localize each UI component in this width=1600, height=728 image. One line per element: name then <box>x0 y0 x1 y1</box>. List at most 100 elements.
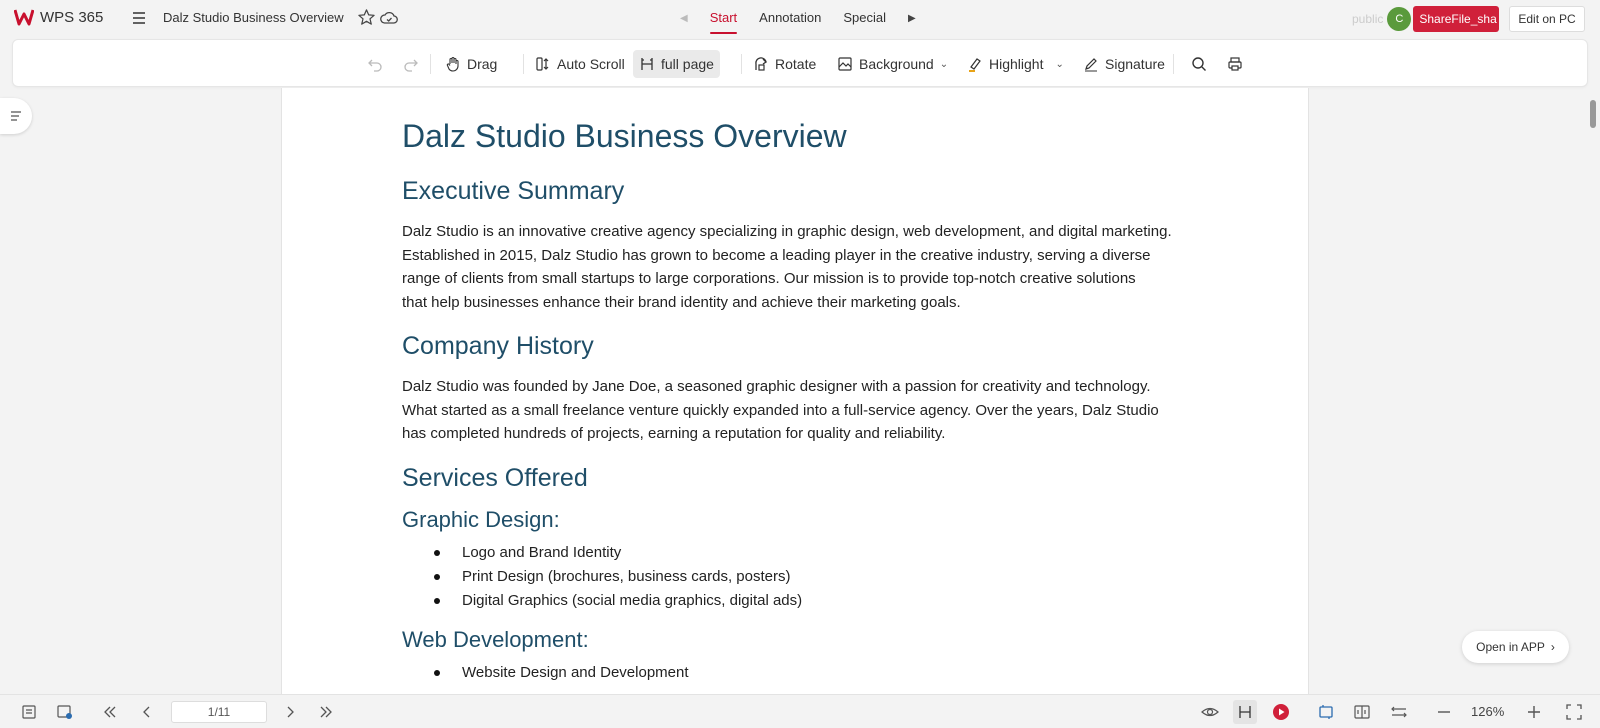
outline-icon <box>11 111 21 121</box>
signature-button[interactable]: Signature <box>1077 50 1171 78</box>
share-button[interactable]: ShareFile_sha ⌄ <box>1413 6 1500 32</box>
previous-page-icon[interactable] <box>138 703 156 721</box>
list-item: Print Design (brochures, business cards,… <box>434 565 1202 589</box>
next-page-icon[interactable] <box>281 703 299 721</box>
toolbar-divider <box>430 54 431 74</box>
list-item: Logo and Brand Identity <box>434 541 1202 565</box>
last-page-icon[interactable] <box>317 703 335 721</box>
drag-label: Drag <box>467 56 498 72</box>
top-bar: WPS 365 Dalz Studio Business Overview ◀ … <box>0 0 1600 36</box>
printer-icon <box>1228 57 1242 71</box>
tab-annotation[interactable]: Annotation <box>759 0 821 36</box>
drag-button[interactable]: Drag <box>439 50 503 78</box>
text-line: range of clients from small startups to … <box>402 270 1136 287</box>
hand-icon <box>446 56 459 72</box>
app-name: WPS 365 <box>40 8 104 26</box>
full-page-label: full page <box>661 56 714 72</box>
heading-graphic-design: Graphic Design: <box>402 506 560 532</box>
cloud-sync-icon[interactable] <box>380 9 398 27</box>
doc-heading-title: Dalz Studio Business Overview <box>402 118 847 154</box>
toolbar-divider <box>741 54 742 74</box>
rotate-icon <box>755 57 768 71</box>
web-development-list: Website Design and Development <box>434 661 1202 685</box>
document-content: Dalz Studio Business Overview Executive … <box>402 118 1202 694</box>
wps-logo-icon <box>14 9 34 26</box>
toolbar: Drag Auto Scroll full page Rotate Backgr… <box>12 39 1588 87</box>
auto-scroll-button[interactable]: Auto Scroll <box>529 50 631 78</box>
ribbon-tabs: ◀ Start Annotation Special ▶ <box>680 0 916 36</box>
open-in-app-button[interactable]: Open in APP › <box>1462 631 1569 663</box>
print-button[interactable] <box>1221 50 1249 78</box>
tabs-scroll-left-icon[interactable]: ◀ <box>680 13 688 24</box>
pen-icon <box>1085 58 1097 72</box>
tab-start[interactable]: Start <box>709 0 738 36</box>
first-page-icon[interactable] <box>101 703 119 721</box>
document-title[interactable]: Dalz Studio Business Overview <box>163 10 344 25</box>
share-area: public C ShareFile_sha ⌄ Edit on PC <box>1352 6 1585 32</box>
zoom-in-icon[interactable] <box>1525 703 1543 721</box>
full-page-icon <box>641 58 653 70</box>
open-in-app-label: Open in APP <box>1476 640 1545 654</box>
zoom-level[interactable]: 126% <box>1471 704 1504 719</box>
heading-web-development: Web Development: <box>402 626 589 652</box>
avatar[interactable]: C <box>1387 7 1412 31</box>
paragraph-company-history: Dalz Studio was founded by Jane Doe, a s… <box>402 375 1202 446</box>
rotate-label: Rotate <box>775 56 817 72</box>
highlighter-icon <box>969 58 981 72</box>
fit-width-icon[interactable] <box>1390 703 1408 721</box>
single-page-view-icon[interactable] <box>1317 703 1335 721</box>
heading-services-offered: Services Offered <box>402 463 588 492</box>
page-number-input[interactable]: 1/11 <box>171 701 267 723</box>
status-bar: 1/11 126% <box>0 694 1600 728</box>
highlight-label: Highlight <box>989 56 1044 72</box>
eye-icon[interactable] <box>1201 703 1219 721</box>
thumbnail-panel-icon[interactable] <box>20 703 38 721</box>
chevron-down-icon: ⌄ <box>1055 58 1064 70</box>
vertical-scrollbar-thumb[interactable] <box>1590 100 1596 128</box>
share-button-label: ShareFile_sha <box>1419 12 1497 26</box>
paragraph-executive-summary: Dalz Studio is an innovative creative ag… <box>402 220 1202 314</box>
bookmark-panel-icon[interactable] <box>56 703 74 721</box>
list-item: Website Design and Development <box>434 661 1202 685</box>
background-button[interactable]: Background ⌄ <box>831 50 954 78</box>
toolbar-divider <box>523 54 524 74</box>
auto-scroll-icon <box>536 57 549 71</box>
search-icon <box>1192 57 1206 71</box>
signature-label: Signature <box>1105 56 1165 72</box>
redo-icon <box>404 59 418 72</box>
text-line: Dalz Studio is an innovative creative ag… <box>402 223 1172 240</box>
redo-button[interactable] <box>397 50 425 78</box>
fullscreen-icon[interactable] <box>1565 703 1583 721</box>
document-page: Dalz Studio Business Overview Executive … <box>281 88 1309 694</box>
hamburger-menu-icon[interactable] <box>130 9 148 27</box>
search-button[interactable] <box>1185 50 1213 78</box>
list-item: Digital Graphics (social media graphics,… <box>434 589 1202 613</box>
record-icon[interactable] <box>1272 703 1290 721</box>
share-status-text: public <box>1352 12 1384 26</box>
double-page-view-icon[interactable] <box>1353 703 1371 721</box>
text-line: has completed hundreds of projects, earn… <box>402 425 946 442</box>
highlight-button[interactable]: Highlight ⌄ <box>961 50 1070 78</box>
background-icon <box>838 57 852 71</box>
rotate-button[interactable]: Rotate <box>747 50 822 78</box>
text-line: Dalz Studio was founded by Jane Doe, a s… <box>402 378 1151 395</box>
background-label: Background <box>859 56 934 72</box>
outline-toggle-button[interactable] <box>0 98 32 134</box>
chevron-down-icon: ⌄ <box>939 58 949 70</box>
toolbar-divider <box>1173 54 1174 74</box>
undo-icon <box>368 59 382 72</box>
edit-on-pc-button[interactable]: Edit on PC <box>1509 6 1585 32</box>
heading-company-history: Company History <box>402 332 594 360</box>
text-line: Established in 2015, Dalz Studio has gro… <box>402 246 1151 264</box>
full-page-button[interactable]: full page <box>633 50 720 78</box>
graphic-design-list: Logo and Brand Identity Print Design (br… <box>434 541 1202 613</box>
tab-special[interactable]: Special <box>843 0 886 36</box>
text-line: What started as a small freelance ventur… <box>402 401 1159 419</box>
heading-executive-summary: Executive Summary <box>402 177 625 205</box>
star-icon[interactable] <box>357 8 376 27</box>
zoom-out-icon[interactable] <box>1435 703 1453 721</box>
full-page-view-icon[interactable] <box>1236 703 1254 721</box>
tabs-scroll-right-icon[interactable]: ▶ <box>908 13 916 24</box>
brand[interactable]: WPS 365 <box>14 7 103 27</box>
undo-button[interactable] <box>361 50 389 78</box>
